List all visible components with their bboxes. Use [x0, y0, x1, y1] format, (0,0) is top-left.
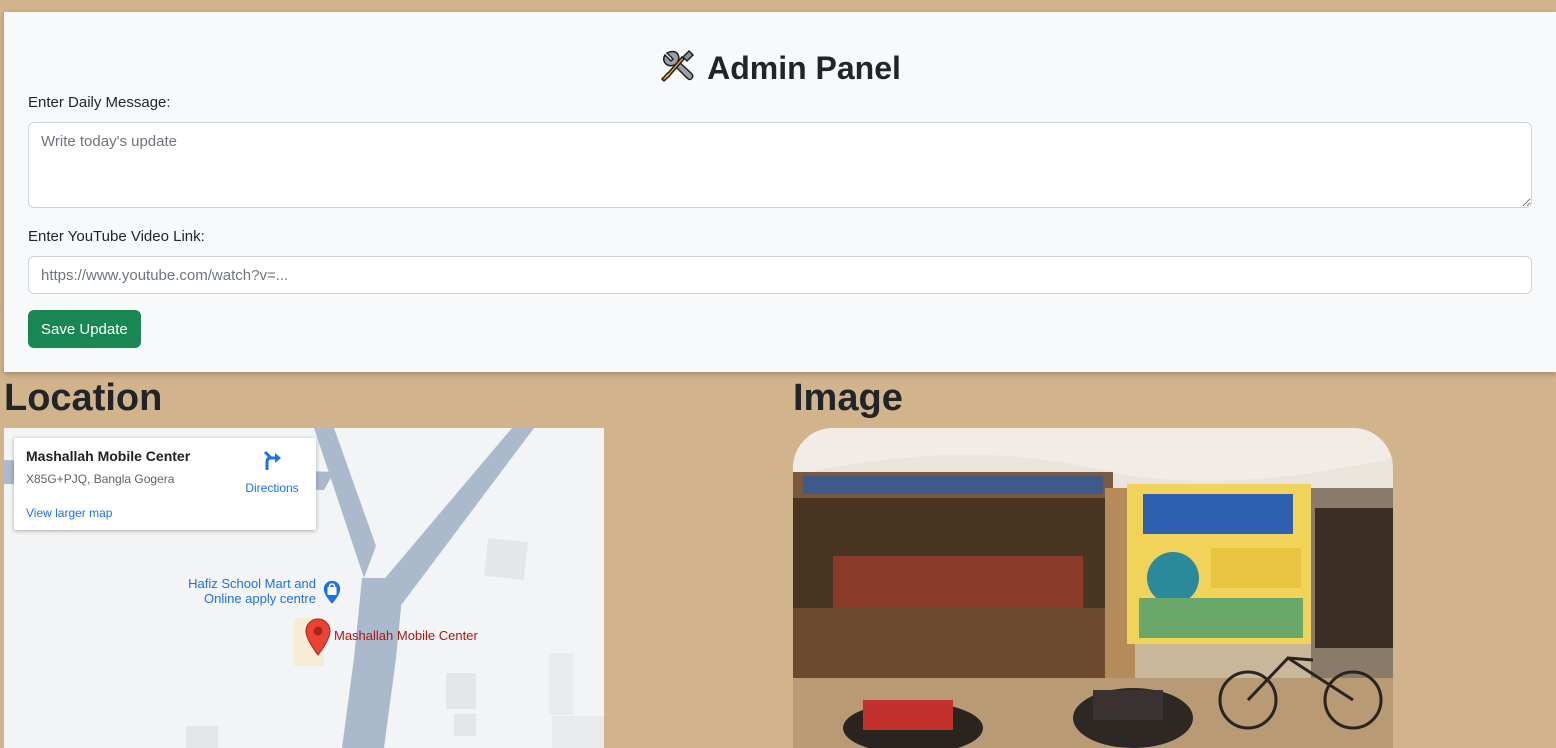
place-name: Mashallah Mobile Center [26, 448, 191, 464]
directions-label: Directions [245, 481, 299, 495]
admin-panel: Admin Panel Enter Daily Message: Enter Y… [4, 12, 1556, 372]
directions-button[interactable]: Directions [240, 450, 304, 497]
image-heading: Image [793, 377, 903, 419]
location-heading: Location [4, 377, 163, 419]
place-address: X85G+PJQ, Bangla Gogera [26, 472, 175, 486]
tools-icon [659, 47, 697, 85]
place-card: Mashallah Mobile Center X85G+PJQ, Bangla… [14, 438, 316, 530]
shop-photo-drawing [793, 428, 1393, 748]
save-update-button[interactable]: Save Update [28, 310, 141, 348]
view-larger-map-link[interactable]: View larger map [26, 506, 112, 520]
page-title: Admin Panel [4, 46, 1556, 90]
daily-message-label: Enter Daily Message: [28, 94, 171, 111]
daily-message-input[interactable] [28, 122, 1532, 208]
youtube-link-label: Enter YouTube Video Link: [28, 228, 205, 245]
shopping-bag-icon[interactable] [320, 578, 344, 611]
directions-icon [240, 450, 304, 477]
pin-label: Mashallah Mobile Center [334, 628, 478, 643]
map-pin-icon[interactable] [304, 618, 332, 661]
youtube-link-input[interactable] [28, 256, 1532, 294]
shop-photo [793, 428, 1393, 748]
poi-label[interactable]: Hafiz School Mart and Online apply centr… [172, 576, 316, 606]
page-title-text: Admin Panel [707, 50, 901, 86]
map-embed[interactable]: Mashallah Mobile Center X85G+PJQ, Bangla… [4, 428, 604, 748]
